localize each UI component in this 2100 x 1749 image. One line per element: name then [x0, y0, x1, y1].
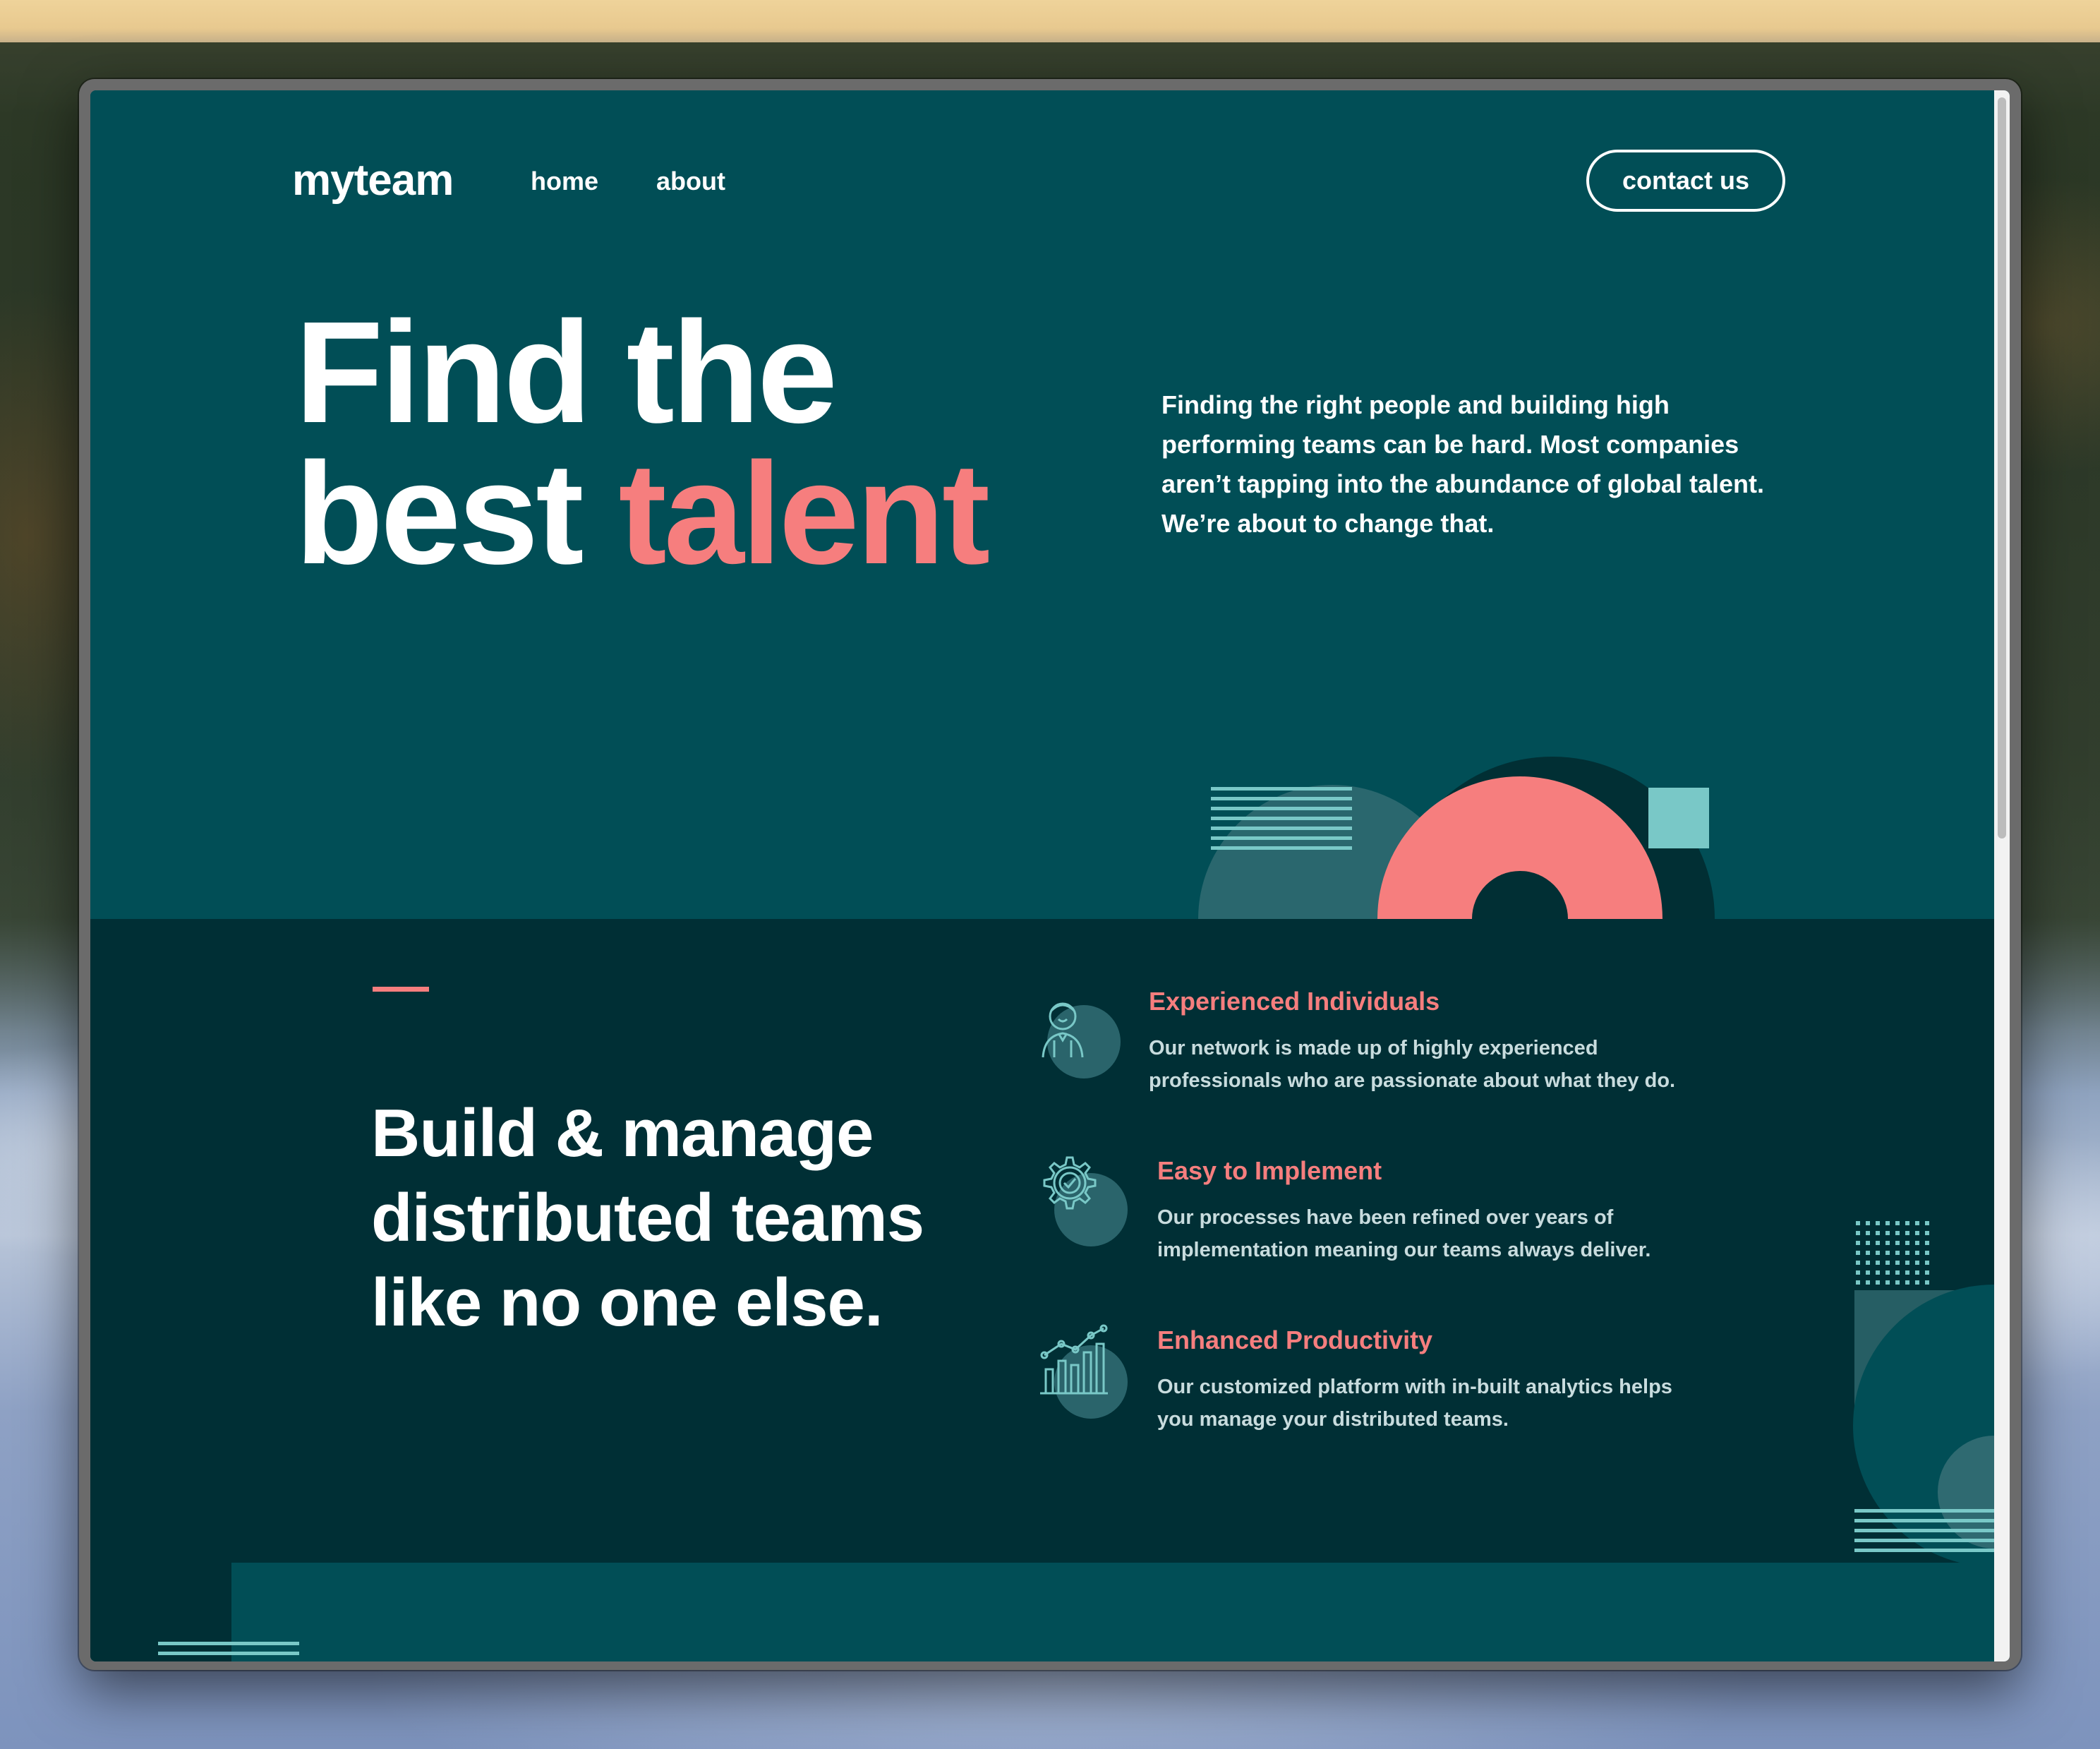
hero-description: Finding the right people and building hi…: [1161, 390, 1765, 538]
hero-section: myteam home about contact us Find the be…: [90, 90, 1994, 919]
vertical-scrollbar[interactable]: [1994, 90, 2010, 1661]
hero-title-accent: talent: [618, 433, 990, 594]
deco-stripe: [158, 1652, 299, 1655]
feature-title: Enhanced Productivity: [1157, 1326, 1433, 1354]
feature-text: Our network is made up of highly experie…: [1149, 1037, 1676, 1092]
nav-link-about[interactable]: about: [656, 167, 725, 196]
feature-title: Experienced Individuals: [1149, 987, 1440, 1016]
contact-us-button[interactable]: contact us: [1586, 150, 1785, 212]
deco-dot-grid: [1856, 1221, 1929, 1285]
deco-stripe: [158, 1642, 299, 1645]
bottom-decoration: [90, 1563, 299, 1661]
features-section: Build & manage distributed teams like no…: [90, 919, 1994, 1563]
hero-title-line1: Find the: [295, 292, 838, 453]
feature-title: Easy to Implement: [1157, 1156, 1382, 1185]
features-heading: Build & manage distributed teams like no…: [371, 1095, 924, 1340]
deco-dark-block: [90, 1563, 231, 1661]
nav-link-home[interactable]: home: [531, 167, 598, 196]
chart-icon: [1040, 1324, 1128, 1419]
page-viewport[interactable]: myteam home about contact us Find the be…: [90, 90, 2010, 1661]
accent-dash: [373, 987, 429, 992]
gear-check-icon: [1043, 1156, 1128, 1246]
deco-square-mint: [1648, 788, 1709, 848]
scrollbar-thumb[interactable]: [1998, 97, 2006, 839]
next-section-band: [90, 1563, 1994, 1661]
browser-window: myteam home about contact us Find the be…: [79, 79, 2021, 1670]
hero-title-line2: best: [295, 433, 619, 594]
person-icon: [1042, 1002, 1121, 1078]
feature-text: Our processes have been refined over yea…: [1157, 1206, 1651, 1261]
hero-title: Find the best talent: [295, 300, 1142, 586]
feature-text: Our customized platform with in-built an…: [1157, 1376, 1672, 1431]
site-logo[interactable]: myteam: [292, 155, 454, 205]
